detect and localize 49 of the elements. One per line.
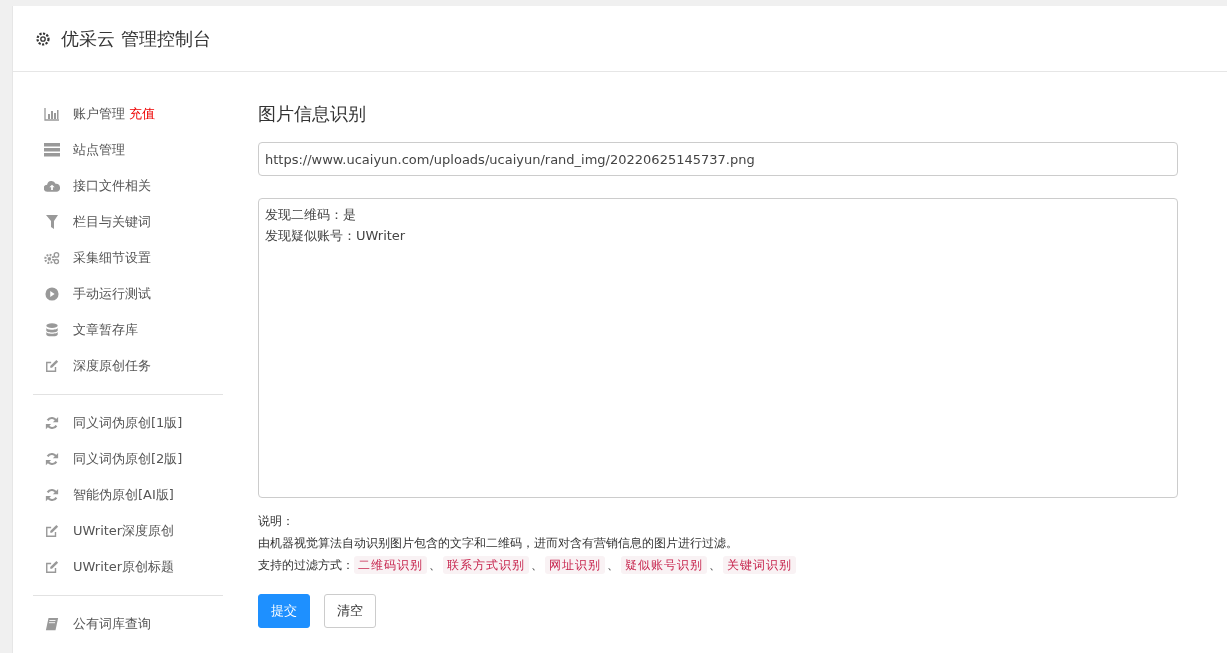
methods-label: 支持的过滤方式：	[258, 557, 354, 574]
notes-heading: 说明：	[258, 513, 295, 530]
sidebar-item[interactable]: 手动运行测试	[33, 276, 223, 312]
console-title: 优采云 管理控制台	[61, 26, 211, 51]
sidebar-item[interactable]: 同义词伪原创[1版]	[33, 405, 223, 441]
sidebar-item[interactable]: 账户管理 充值	[33, 96, 223, 132]
separator-mark: 、	[607, 557, 619, 574]
result-line: 发现疑似账号：UWriter	[265, 226, 407, 245]
play-icon	[44, 287, 60, 301]
recharge-link[interactable]: 充值	[129, 105, 155, 123]
database-icon	[44, 323, 60, 337]
edit-icon	[44, 359, 60, 373]
refresh-icon	[44, 488, 60, 502]
url-field[interactable]: https://www.ucaiyun.com/uploads/ucaiyun/rand_img/20220625145737.png	[258, 142, 1178, 176]
refresh-icon	[44, 416, 60, 430]
sidebar-item[interactable]: 采集细节设置	[33, 240, 223, 276]
method-tag: 关键词识别	[723, 556, 796, 574]
server-icon	[44, 143, 60, 157]
edit-icon	[44, 560, 60, 574]
sidebar-item[interactable]: 同义词伪原创[2版]	[33, 441, 223, 477]
separator-mark: 、	[709, 557, 721, 574]
method-tag: 二维码识别	[354, 556, 427, 574]
result-textarea[interactable]: 发现二维码：是 发现疑似账号：UWriter	[258, 198, 1178, 498]
cloud-upload-icon	[44, 179, 60, 193]
sidebar-item[interactable]: UWriter深度原创	[33, 513, 223, 549]
method-tag: 疑似账号识别	[621, 556, 707, 574]
result-line: 发现二维码：是	[265, 206, 357, 224]
bar-chart-icon	[44, 107, 60, 121]
refresh-icon	[44, 452, 60, 466]
sidebar-item[interactable]: 文章暂存库	[33, 312, 223, 348]
sidebar-item[interactable]: 公有词库查询	[33, 606, 223, 642]
separator-mark: 、	[429, 557, 441, 574]
sidebar-item[interactable]: 栏目与关键词	[33, 204, 223, 240]
method-tag: 联系方式识别	[443, 556, 529, 574]
sidebar-item[interactable]: UWriter原创标题	[33, 549, 223, 585]
notes-description: 由机器视觉算法自动识别图片包含的文字和二维码，进而对含有营销信息的图片进行过滤。	[258, 535, 739, 552]
filter-icon	[44, 215, 60, 229]
separator-mark: 、	[531, 557, 543, 574]
edit-icon	[44, 524, 60, 538]
sidebar-item[interactable]: 站点管理	[33, 132, 223, 168]
sidebar-item[interactable]: 深度原创任务	[33, 348, 223, 384]
section-title: 图片信息识别	[258, 102, 367, 126]
gears-icon	[44, 251, 60, 265]
settings-icon	[35, 30, 51, 47]
sidebar-item[interactable]: 接口文件相关	[33, 168, 223, 204]
sidebar-item[interactable]: 智能伪原创[AI版]	[33, 477, 223, 513]
book-icon	[44, 617, 60, 631]
clear-button[interactable]: 清空	[324, 594, 376, 628]
method-tag: 网址识别	[545, 556, 605, 574]
